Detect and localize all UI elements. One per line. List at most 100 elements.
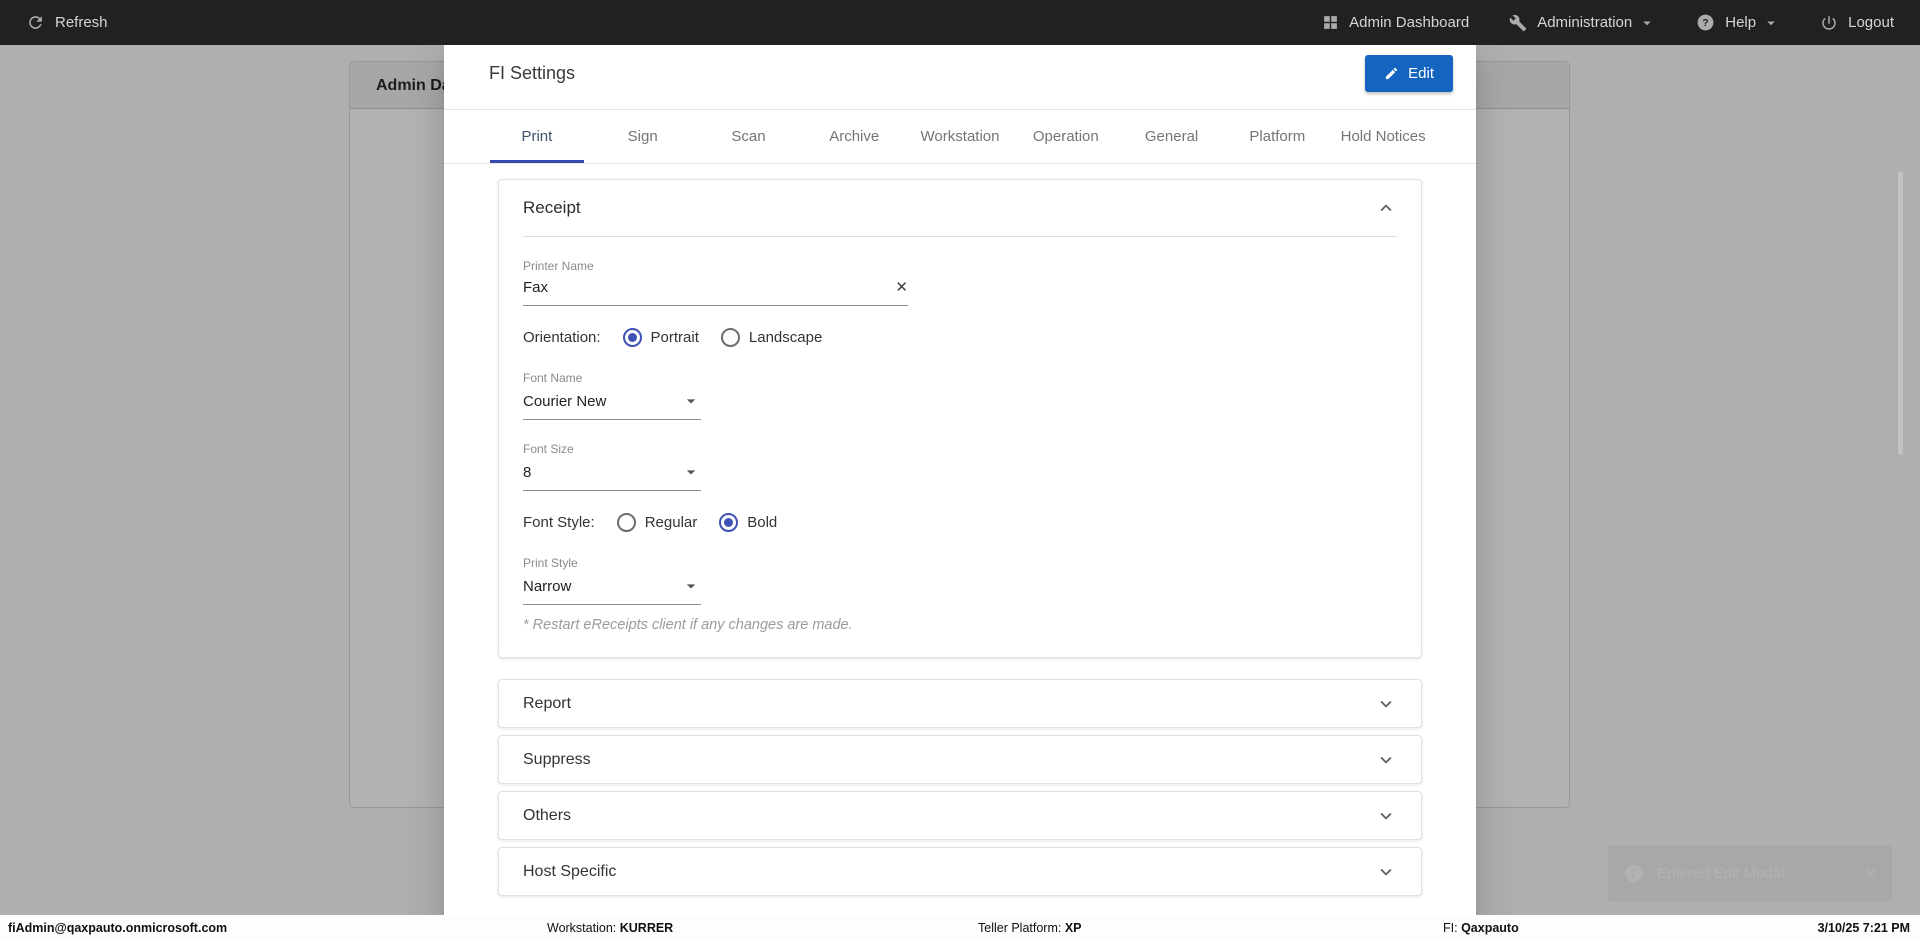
radio-bold[interactable]: Bold [719, 513, 777, 532]
chevron-up-icon [1380, 204, 1392, 212]
font-name-field: Font Name Courier New [523, 371, 1397, 420]
receipt-panel-content: Printer Name Fax ✕ Orientation: Portrait… [499, 237, 1421, 657]
radio-selected-icon [719, 513, 739, 532]
edit-button[interactable]: Edit [1365, 55, 1453, 92]
receipt-panel-title: Receipt [523, 198, 581, 217]
chevron-down-icon [1380, 756, 1392, 764]
tab-print[interactable]: Print [484, 110, 590, 163]
tab-workstation[interactable]: Workstation [907, 110, 1013, 163]
svg-text:?: ? [1703, 18, 1709, 29]
chevron-down-icon [1643, 21, 1651, 25]
clear-icon[interactable]: ✕ [895, 280, 908, 295]
radio-unselected-icon [616, 513, 636, 532]
dropdown-arrow-icon [686, 470, 696, 475]
tab-archive[interactable]: Archive [801, 110, 907, 163]
radio-unselected-icon [720, 328, 740, 347]
print-style-label: Print Style [523, 556, 578, 570]
font-name-select[interactable]: Courier New [523, 391, 701, 420]
radio-regular-label: Regular [644, 514, 698, 531]
tab-general[interactable]: General [1119, 110, 1225, 163]
suppress-panel-title: Suppress [523, 750, 591, 768]
tab-scan[interactable]: Scan [696, 110, 802, 163]
help-menu[interactable]: ? Help [1696, 13, 1780, 32]
wrench-icon [1509, 14, 1527, 31]
administration-label: Administration [1537, 14, 1633, 31]
top-navigation-bar: Refresh Admin Dashboard Administration ?… [0, 0, 1920, 45]
radio-regular[interactable]: Regular [616, 513, 698, 532]
printer-name-input[interactable]: Fax ✕ [523, 279, 908, 306]
tab-sign[interactable]: Sign [590, 110, 696, 163]
report-panel-title: Report [523, 694, 572, 712]
fi-settings-dialog: FI Settings Edit Print Sign Scan Archive… [444, 37, 1476, 930]
scrollbar-thumb[interactable] [1898, 171, 1903, 455]
refresh-icon [29, 16, 42, 29]
help-label: Help [1725, 14, 1757, 31]
font-style-group: Font Style: Regular Bold [523, 513, 1397, 532]
restart-note: * Restart eReceipts client if any change… [523, 617, 853, 633]
font-size-select[interactable]: 8 [523, 462, 701, 491]
printer-name-field: Printer Name Fax ✕ [523, 259, 1397, 306]
fi-label: FI: [1443, 921, 1458, 935]
settings-accordion: Receipt Printer Name Fax ✕ Orientation: [444, 164, 1476, 930]
tab-hold-notices[interactable]: Hold Notices [1330, 110, 1436, 163]
tab-platform[interactable]: Platform [1224, 110, 1330, 163]
font-size-value: 8 [523, 463, 532, 481]
suppress-panel-header[interactable]: Suppress [499, 736, 1421, 783]
refresh-button[interactable]: Refresh [26, 13, 108, 32]
logout-button[interactable]: Logout [1820, 14, 1894, 32]
print-style-value: Narrow [523, 577, 572, 595]
logout-label: Logout [1848, 14, 1894, 31]
radio-selected-icon [622, 328, 642, 347]
refresh-label: Refresh [55, 14, 108, 31]
dialog-header: FI Settings Edit [444, 37, 1476, 110]
font-name-label: Font Name [523, 371, 583, 385]
help-icon: ? [1697, 14, 1714, 31]
logged-in-user: fiAdmin@qaxpauto.onmicrosoft.com [8, 921, 228, 935]
dashboard-grid-icon [1324, 16, 1337, 29]
chevron-down-icon [1380, 812, 1392, 820]
chevron-down-icon [1380, 700, 1392, 708]
receipt-panel-header[interactable]: Receipt [499, 180, 1421, 236]
printer-name-label: Printer Name [523, 259, 594, 273]
teller-platform-label: Teller Platform: [978, 921, 1062, 935]
radio-landscape-label: Landscape [748, 329, 823, 346]
datetime-display: 3/10/25 7:21 PM [1817, 921, 1910, 935]
font-size-field: Font Size 8 [523, 442, 1397, 491]
radio-portrait[interactable]: Portrait [622, 328, 699, 347]
tab-operation[interactable]: Operation [1013, 110, 1119, 163]
radio-landscape[interactable]: Landscape [720, 328, 823, 347]
font-style-label: Font Style: [523, 514, 595, 531]
radio-portrait-label: Portrait [650, 329, 699, 346]
others-panel-title: Others [523, 806, 572, 824]
suppress-panel: Suppress [498, 735, 1422, 784]
power-icon [1822, 15, 1836, 30]
admin-dashboard-label: Admin Dashboard [1349, 14, 1470, 31]
workstation-label: Workstation: [547, 921, 617, 935]
host-specific-panel: Host Specific [498, 847, 1422, 896]
orientation-label: Orientation: [523, 329, 601, 346]
others-panel-header[interactable]: Others [499, 792, 1421, 839]
host-specific-panel-title: Host Specific [523, 862, 617, 880]
printer-name-value: Fax [523, 279, 549, 296]
status-bar: fiAdmin@qaxpauto.onmicrosoft.com Worksta… [0, 915, 1920, 941]
others-panel: Others [498, 791, 1422, 840]
report-panel-header[interactable]: Report [499, 680, 1421, 727]
print-style-field: Print Style Narrow [523, 556, 1397, 605]
workstation-status: Workstation: KURRER [547, 915, 673, 941]
report-panel: Report [498, 679, 1422, 728]
host-specific-panel-header[interactable]: Host Specific [499, 848, 1421, 895]
font-size-label: Font Size [523, 442, 574, 456]
fi-status: FI: Qaxpauto [1443, 915, 1519, 941]
receipt-panel: Receipt Printer Name Fax ✕ Orientation: [498, 179, 1422, 658]
chevron-down-icon [1380, 868, 1392, 876]
dropdown-arrow-icon [686, 584, 696, 589]
radio-bold-label: Bold [747, 514, 778, 531]
settings-tabs: Print Sign Scan Archive Workstation Oper… [444, 110, 1476, 164]
administration-menu[interactable]: Administration [1509, 14, 1656, 32]
dialog-title: FI Settings [489, 63, 576, 83]
edit-button-label: Edit [1408, 65, 1434, 82]
admin-dashboard-button[interactable]: Admin Dashboard [1322, 14, 1469, 31]
pencil-icon [1386, 67, 1398, 80]
teller-platform-status: Teller Platform: XP [978, 915, 1082, 941]
print-style-select[interactable]: Narrow [523, 576, 701, 605]
